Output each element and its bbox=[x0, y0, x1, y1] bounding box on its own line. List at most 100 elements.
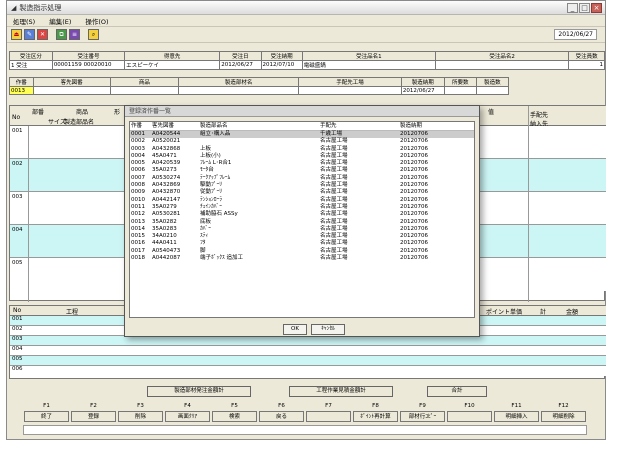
menu-item-edit[interactable]: 編集(E) bbox=[49, 16, 71, 26]
work-list-row[interactable]: 0006 35A0273 ﾓｰﾀ台 名古屋工場 20120706 bbox=[130, 167, 474, 174]
work-no-field[interactable]: 0013 bbox=[9, 86, 34, 95]
process-row[interactable]: 003 bbox=[10, 336, 606, 346]
work-list-cell: ﾌﾀ bbox=[200, 240, 206, 247]
list-icon[interactable]: ≡ bbox=[69, 29, 80, 40]
supplier-field[interactable] bbox=[298, 86, 402, 95]
work-list-cell: A0442147 bbox=[152, 196, 181, 203]
fkey-f12[interactable]: F12 明細削除 bbox=[540, 401, 587, 422]
work-list-row[interactable]: 0002 A0520021 名古屋工場 20120706 bbox=[130, 138, 474, 145]
process-row[interactable]: 005 bbox=[10, 356, 606, 366]
work-list-cell: 20120706 bbox=[400, 131, 428, 137]
order-date-field[interactable]: 2012/06/27 bbox=[219, 60, 262, 70]
customer-field[interactable]: エスピーケイ bbox=[124, 60, 221, 70]
work-list-cell: A0432868 bbox=[152, 145, 181, 152]
work-list-cell: ｽﾃｨ bbox=[200, 233, 209, 240]
required-qty-field[interactable] bbox=[443, 86, 477, 95]
minimize-button[interactable]: _ bbox=[567, 3, 578, 13]
work-list-cell: 35A0279 bbox=[152, 203, 177, 210]
work-list-row[interactable]: 0010 A0442147 ﾃﾝｼｮﾝﾛｰﾗ 名古屋工場 20120706 bbox=[130, 197, 474, 204]
work-list-cell: 35A0283 bbox=[152, 225, 177, 232]
work-list-row[interactable]: 0008 A0432869 駆動ﾌﾟｰﾘ 名古屋工場 20120706 bbox=[130, 182, 474, 189]
fkey-f8[interactable]: F8 ﾎﾟｲﾝﾄ再計算 bbox=[352, 401, 399, 422]
function-key-bar: F1 終了 F2 登録 F3 削除 F4 画面ｸﾘｱ F5 検索 F6 戻る F7 F8 ﾎﾟ… bbox=[23, 401, 587, 422]
work-list-cell: 0011 bbox=[131, 203, 145, 210]
work-list-cell: A0520021 bbox=[152, 138, 181, 145]
work-list-row[interactable]: 0003 A0432868 上板 名古屋工場 20120706 bbox=[130, 146, 474, 153]
col-subtotal: 計 bbox=[540, 309, 547, 316]
work-list-cell: 20120706 bbox=[400, 196, 428, 203]
menu-item-operation[interactable]: 操作(O) bbox=[85, 16, 108, 26]
work-list-row[interactable]: 0017 A0540473 脚 名古屋工場 20120706 bbox=[130, 248, 474, 255]
col-amount: 金額 bbox=[566, 309, 579, 316]
work-list-cell: 45A0471 bbox=[152, 152, 177, 159]
fkey-f9[interactable]: F9 部材行ｺﾋﾟｰ bbox=[399, 401, 446, 422]
fkey-f3[interactable]: F3 削除 bbox=[117, 401, 164, 422]
maximize-button[interactable]: □ bbox=[579, 3, 590, 13]
work-list-row[interactable]: 0018 A0442087 端子ﾎﾞｯｸｽ 追加工 名古屋工場 20120706 bbox=[130, 255, 474, 262]
exit-icon[interactable]: ⏏ bbox=[11, 29, 22, 40]
product-name1-field[interactable]: 電磁盛鍋 bbox=[301, 60, 437, 70]
work-list-row[interactable]: 0013 35A0282 底板 名古屋工場 20120706 bbox=[130, 219, 474, 226]
fkey-f5[interactable]: F5 検索 bbox=[211, 401, 258, 422]
work-list-cell: 名古屋工場 bbox=[320, 240, 348, 247]
toolbar: ⏏ ✎ ✕ ⧉ ≡ ⌕ 2012/06/27 bbox=[7, 27, 605, 43]
work-list-row[interactable]: 0005 A0420539 ﾌﾚｰﾑ L･R合1 名古屋工場 20120706 bbox=[130, 160, 474, 167]
work-list-row[interactable]: 0011 35A0279 ﾁｪｲﾝｶﾊﾞｰ 名古屋工場 20120706 bbox=[130, 204, 474, 211]
work-list-cell: 20120706 bbox=[400, 225, 428, 232]
work-list-cell: 上板 bbox=[200, 145, 212, 152]
work-list-cell: 0001 bbox=[131, 131, 145, 137]
col-parts-name: 製造部品名 bbox=[200, 123, 228, 129]
work-list-row[interactable]: 0004 45A0471 上板(小) 名古屋工場 20120706 bbox=[130, 153, 474, 160]
parts-name-field[interactable] bbox=[178, 86, 300, 95]
process-row[interactable]: 004 bbox=[10, 346, 606, 356]
cancel-button[interactable]: ｷｬﾝｾﾙ bbox=[311, 324, 345, 335]
search-icon[interactable]: ⌕ bbox=[88, 29, 99, 40]
fkey-f4[interactable]: F4 画面ｸﾘｱ bbox=[164, 401, 211, 422]
work-list-row[interactable]: 0016 44A0411 ﾌﾀ 名古屋工場 20120706 bbox=[130, 240, 474, 247]
order-deadline-field[interactable]: 2012/07/10 bbox=[260, 60, 303, 70]
work-list-row[interactable]: 0001 A0420544 組立･構入品 千歳工場 20120706 bbox=[130, 131, 474, 139]
work-list-row[interactable]: 0015 34A0210 ｽﾃｨ 名古屋工場 20120706 bbox=[130, 233, 474, 240]
ok-button[interactable]: OK bbox=[283, 324, 307, 335]
work-list-header: 作番 客先図番 製造部品名 手配先 製造納期 bbox=[130, 122, 474, 131]
process-row[interactable]: 006 bbox=[10, 366, 606, 376]
work-list-row[interactable]: 0012 A0530281 補助脇石 ASSy 名古屋工場 20120706 bbox=[130, 211, 474, 218]
work-list-cell: 0008 bbox=[131, 182, 145, 189]
order-date-label: 受注日 bbox=[219, 51, 262, 61]
fkey-f10[interactable]: F10 bbox=[446, 401, 493, 422]
fkey-f2[interactable]: F2 登録 bbox=[70, 401, 117, 422]
fkey-f1[interactable]: F1 終了 bbox=[23, 401, 70, 422]
copy-icon[interactable]: ⧉ bbox=[56, 29, 67, 40]
work-list-row[interactable]: 0014 35A0283 ｶﾊﾞｰ 名古屋工場 20120706 bbox=[130, 226, 474, 233]
mfg-deadline-field[interactable]: 2012/06/27 bbox=[400, 86, 445, 95]
work-list-cell: 20120706 bbox=[400, 240, 428, 247]
required-qty-label: 所要数 bbox=[443, 77, 477, 87]
fkey-f11[interactable]: F11 明細挿入 bbox=[493, 401, 540, 422]
product-name2-field[interactable] bbox=[435, 60, 570, 70]
col-supplier: 手配先 bbox=[320, 123, 337, 129]
product-field[interactable] bbox=[109, 86, 180, 95]
menu-item-process[interactable]: 処理(S) bbox=[13, 16, 35, 26]
fkey-f7[interactable]: F7 bbox=[305, 401, 352, 422]
order-number-field[interactable]: 00001159 00020010 bbox=[51, 60, 126, 70]
mfg-qty-field[interactable] bbox=[475, 86, 510, 95]
fkey-f6[interactable]: F6 戻る bbox=[258, 401, 305, 422]
save-icon[interactable]: ✎ bbox=[24, 29, 35, 40]
work-list-cell: 名古屋工場 bbox=[320, 167, 348, 174]
work-list-row[interactable]: 0009 A0432870 従動ﾌﾟｰﾘ 名古屋工場 20120706 bbox=[130, 189, 474, 196]
order-type-field[interactable]: 1 受注 bbox=[9, 60, 53, 70]
close-button[interactable]: × bbox=[591, 3, 602, 13]
order-quantity-field[interactable]: 1 bbox=[568, 60, 605, 70]
current-date: 2012/06/27 bbox=[554, 29, 597, 40]
work-list-cell: 20120706 bbox=[400, 160, 428, 167]
work-list-cell: 20120706 bbox=[400, 145, 428, 152]
customer-drawing-field[interactable] bbox=[32, 86, 111, 95]
col-no: No bbox=[12, 114, 21, 121]
work-list-cell: 0012 bbox=[131, 211, 145, 218]
work-list-cell: 20120706 bbox=[400, 203, 428, 210]
work-list[interactable]: 作番 客先図番 製造部品名 手配先 製造納期 0001 A0420544 組立･構入… bbox=[129, 121, 475, 318]
work-list-cell: 0004 bbox=[131, 152, 145, 159]
work-list-row[interactable]: 0007 A0530274 ﾃｰｸｱｯﾌﾟﾌﾚｰﾑ 名古屋工場 20120706 bbox=[130, 175, 474, 182]
delete-icon[interactable]: ✕ bbox=[37, 29, 48, 40]
order-number-label: 受注番号 bbox=[51, 51, 126, 61]
